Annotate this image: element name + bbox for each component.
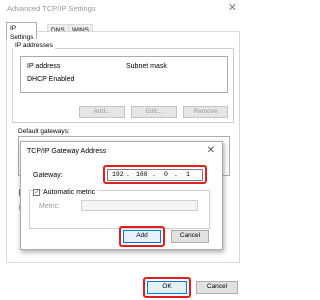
window-title: Advanced TCP/IP Settings [7, 4, 96, 13]
dialog-title: TCP/IP Gateway Address [27, 148, 107, 155]
gateway-ip-input[interactable]: 192 . 168 . 0 . 1 [107, 169, 203, 181]
column-header-ip-address: IP address [27, 63, 61, 70]
tab-ip-settings[interactable]: IP Settings [6, 22, 38, 41]
gateway-label: Gateway: [33, 172, 63, 179]
dialog-cancel-button[interactable]: Cancel [171, 230, 209, 243]
default-gateways-heading: Default gateways: [18, 128, 70, 135]
gateway-octet-4: 1 [186, 171, 190, 178]
window-title-bar: Advanced TCP/IP Settings ✕ [0, 0, 246, 17]
gateway-dialog: TCP/IP Gateway Address ✕ Gateway: 192 . … [20, 141, 223, 250]
metric-label: Metric: [39, 203, 60, 210]
cancel-button[interactable]: Cancel [196, 281, 238, 294]
dialog-close-icon[interactable]: ✕ [207, 145, 215, 156]
automatic-metric-label: Automatic metric [43, 189, 98, 196]
close-icon[interactable]: ✕ [228, 1, 237, 14]
table-row[interactable]: DHCP Enabled [27, 76, 74, 83]
ip-addresses-list[interactable]: IP address Subnet mask DHCP Enabled [20, 56, 228, 93]
ip-edit-button[interactable]: Edit... [131, 106, 177, 118]
ok-button[interactable]: OK [147, 281, 187, 294]
gateway-octet-1: 192 [112, 171, 124, 178]
automatic-metric-checkbox[interactable]: ✓ [33, 189, 40, 196]
ip-add-button[interactable]: Add... [79, 106, 125, 118]
gateway-octet-3: 0 [164, 171, 168, 178]
gateway-octet-2: 168 [136, 171, 148, 178]
metric-input[interactable] [81, 200, 198, 211]
column-header-subnet-mask: Subnet mask [126, 63, 167, 70]
dialog-add-button[interactable]: Add [123, 230, 161, 243]
ip-addresses-heading: IP addresses [13, 42, 55, 49]
ip-remove-button[interactable]: Remove [183, 106, 228, 118]
